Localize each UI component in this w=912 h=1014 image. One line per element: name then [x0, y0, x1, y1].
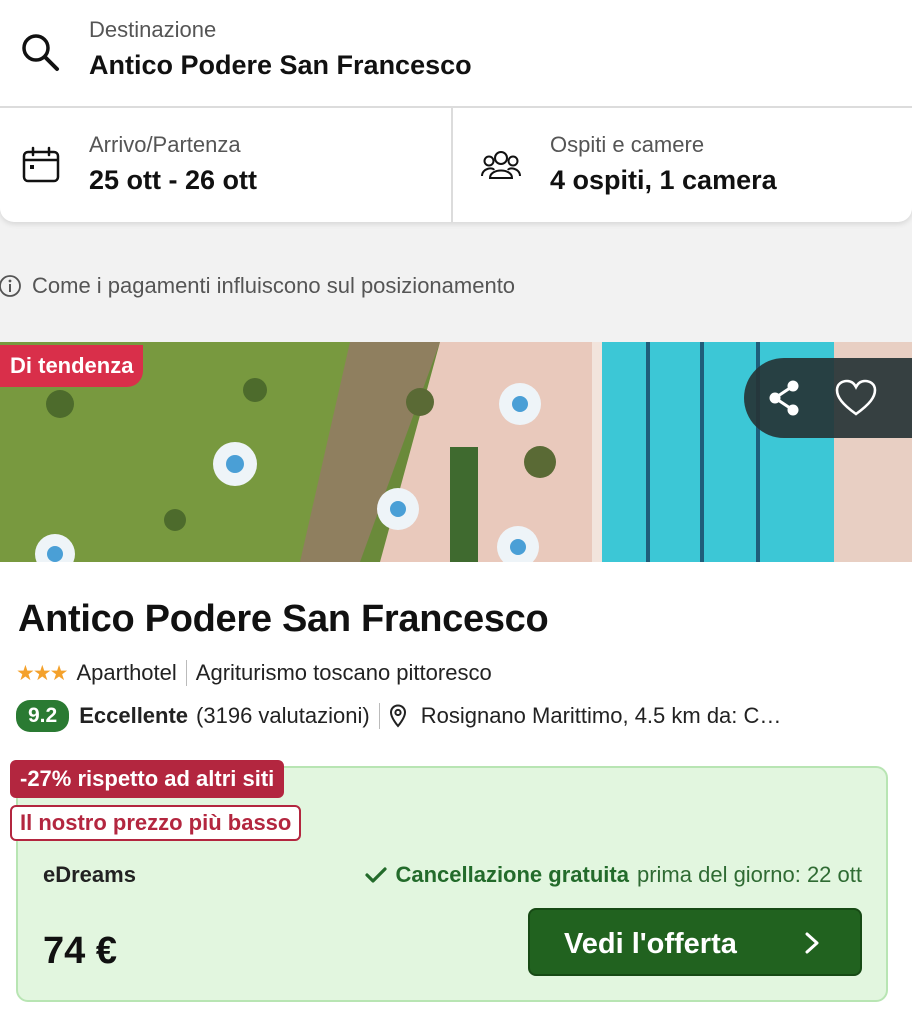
view-offer-label: Vedi l'offerta — [564, 928, 737, 960]
guests-value: 4 ospiti, 1 camera — [550, 165, 777, 195]
check-icon — [365, 867, 388, 883]
info-icon — [0, 275, 21, 297]
score-badge: 9.2 — [16, 700, 70, 732]
search-card: Destinazione Antico Podere San Francesco… — [0, 0, 912, 222]
guests-icon — [481, 151, 521, 179]
dates-value: 25 ott - 26 ott — [89, 165, 258, 195]
view-offer-button[interactable]: Vedi l'offerta — [528, 908, 862, 976]
hotel-type: Aparthotel — [76, 660, 177, 685]
free-cancellation: Cancellazione gratuita prima del giorno:… — [365, 862, 862, 888]
divider — [378, 703, 380, 729]
hotel-name[interactable]: Antico Podere San Francesco — [18, 598, 549, 641]
destination-value: Antico Podere San Francesco — [89, 50, 472, 80]
lowest-price-badge: Il nostro prezzo più basso — [10, 805, 302, 841]
search-icon — [22, 34, 59, 71]
hotel-meta: ★★★ Aparthotel Agriturismo toscano pitto… — [16, 660, 492, 686]
cancellation-deadline: prima del giorno: 22 ott — [636, 862, 862, 887]
rating-word: Eccellente — [79, 703, 189, 728]
heart-icon[interactable] — [834, 378, 878, 418]
divider — [185, 660, 187, 686]
destination-field[interactable]: Destinazione Antico Podere San Francesco — [0, 0, 912, 108]
share-icon[interactable] — [764, 378, 804, 418]
hotel-location: Rosignano Marittimo, 4.5 km da: C… — [420, 703, 782, 728]
ranking-info-link[interactable]: Come i pagamenti influiscono sul posizio… — [0, 273, 515, 299]
guests-field[interactable]: Ospiti e camere 4 ospiti, 1 camera — [453, 108, 912, 222]
dates-label: Arrivo/Partenza — [89, 132, 241, 157]
hotel-rating: 9.2 Eccellente (3196 valutazioni) Rosign… — [16, 700, 781, 732]
cancellation-label: Cancellazione gratuita — [395, 862, 629, 887]
destination-label: Destinazione — [89, 17, 217, 42]
review-count: (3196 valutazioni) — [196, 703, 370, 728]
star-rating: ★★★ — [16, 661, 69, 685]
location-pin-icon — [389, 704, 406, 728]
guests-label: Ospiti e camere — [550, 132, 705, 157]
discount-badge: -27% rispetto ad altri siti — [10, 760, 285, 798]
trending-badge: Di tendenza — [0, 345, 144, 387]
calendar-icon — [22, 146, 60, 183]
provider-name: eDreams — [43, 862, 136, 887]
chevron-right-icon — [805, 932, 819, 954]
hotel-description: Agriturismo toscano pittoresco — [195, 660, 492, 685]
dates-field[interactable]: Arrivo/Partenza 25 ott - 26 ott — [0, 108, 453, 222]
ranking-info-text: Come i pagamenti influiscono sul posizio… — [32, 273, 516, 298]
price: 74 € — [43, 930, 117, 972]
